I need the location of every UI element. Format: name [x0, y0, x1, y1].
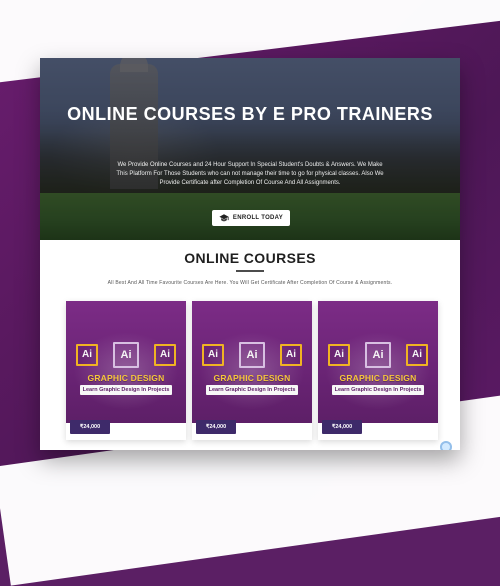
course-banner: Ai Ai Ai GRAPHIC DESIGN MASTERY Learn Gr…	[66, 301, 186, 423]
course-card[interactable]: Ai Ai Ai GRAPHIC DESIGN MASTERY Learn Gr…	[192, 301, 312, 440]
course-card[interactable]: Ai Ai Ai GRAPHIC DESIGN MASTERY Learn Gr…	[318, 301, 438, 440]
price-badge: ₹24,000	[322, 420, 362, 434]
illustrator-ai-icon: Ai	[154, 344, 176, 366]
hero-title: ONLINE COURSES BY E PRO TRAINERS	[40, 103, 460, 125]
illustrator-ai-icon: Ai	[365, 342, 391, 368]
price-badge: ₹24,000	[196, 420, 236, 434]
illustrator-ai-icon: Ai	[280, 344, 302, 366]
illustrator-ai-icon: Ai	[328, 344, 350, 366]
hero-description: We Provide Online Courses and 24 Hour Su…	[114, 161, 386, 188]
course-subtitle: Learn Graphic Design In Projects	[206, 385, 298, 395]
course-banner: Ai Ai Ai GRAPHIC DESIGN MASTERY Learn Gr…	[318, 301, 438, 423]
price-badge: ₹24,000	[70, 420, 110, 434]
course-subtitle: Learn Graphic Design In Projects	[332, 385, 424, 395]
chat-widget-icon[interactable]	[440, 441, 452, 450]
course-subtitle: Learn Graphic Design In Projects	[80, 385, 172, 395]
website-mockup-frame: ONLINE COURSES BY E PRO TRAINERS We Prov…	[40, 58, 460, 450]
course-card[interactable]: Ai Ai Ai GRAPHIC DESIGN MASTERY Learn Gr…	[66, 301, 186, 440]
illustrator-ai-icon: Ai	[113, 342, 139, 368]
ai-icons-row: Ai Ai Ai	[202, 344, 302, 366]
section-title: ONLINE COURSES	[40, 250, 460, 266]
section-title-underline	[236, 270, 264, 272]
ai-icons-row: Ai Ai Ai	[76, 344, 176, 366]
course-banner: Ai Ai Ai GRAPHIC DESIGN MASTERY Learn Gr…	[192, 301, 312, 423]
hero-section: ONLINE COURSES BY E PRO TRAINERS We Prov…	[40, 58, 460, 240]
ai-icons-row: Ai Ai Ai	[328, 344, 428, 366]
enroll-today-label: ENROLL TODAY	[233, 210, 283, 226]
illustrator-ai-icon: Ai	[406, 344, 428, 366]
section-subtitle: All Best And All Time Favourite Courses …	[40, 280, 460, 286]
illustrator-ai-icon: Ai	[202, 344, 224, 366]
graduation-cap-icon	[219, 213, 229, 223]
illustrator-ai-icon: Ai	[76, 344, 98, 366]
enroll-today-button[interactable]: ENROLL TODAY	[212, 210, 290, 226]
illustrator-ai-icon: Ai	[239, 342, 265, 368]
course-cards: Ai Ai Ai GRAPHIC DESIGN MASTERY Learn Gr…	[66, 301, 438, 444]
